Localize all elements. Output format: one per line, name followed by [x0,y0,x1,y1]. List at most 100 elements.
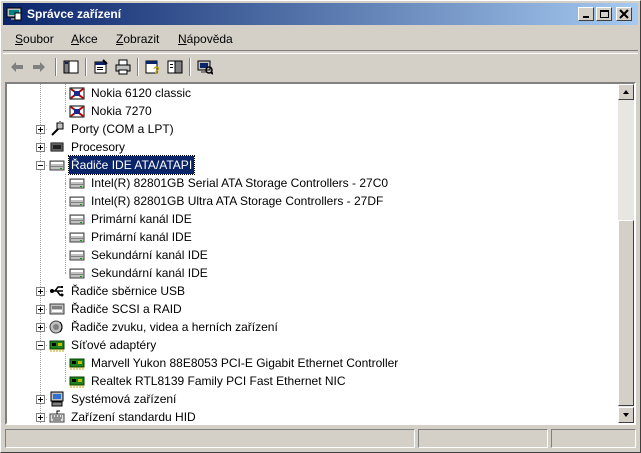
tree-item-label: Intel(R) 82801GB Serial ATA Storage Cont… [91,176,389,190]
ide-controller-icon [69,268,85,279]
phone-modem-icon [69,87,85,100]
close-icon [619,9,629,19]
tree-item-label: Nokia 7270 [91,104,152,118]
properties-icon [94,59,108,74]
tree-item-label: Sekundární kanál IDE [91,266,208,280]
expand-toggle[interactable] [36,323,45,332]
menu-accelerator-key: A [71,32,80,46]
toolbar: ? [3,53,638,80]
menu-akce[interactable]: Akce [67,31,102,47]
scroll-down-button[interactable] [618,407,634,423]
menu-accelerator-key: N [178,32,187,46]
back-button[interactable] [7,57,27,77]
ide-controller-icon [69,196,85,207]
tree-item-label: Primární kanál IDE [91,212,192,226]
menu-soubor[interactable]: Soubor [11,31,58,47]
tree-item-label: Sekundární kanál IDE [91,248,208,262]
ide-controller-icon [69,178,85,189]
device-manager-window: Správce zařízení Soubor Akce Zobrazit Nápov… [0,0,641,453]
tree-item-label: Řadiče zvuku, videa a herních zařízení [71,320,278,334]
port-icon [51,121,64,136]
toolbar-separator [55,58,57,76]
status-panel-2 [418,429,548,448]
expand-toggle[interactable] [36,413,45,422]
toolbar-separator [189,58,191,76]
view-icon [167,60,183,74]
collapse-toggle[interactable] [36,161,45,170]
menu-label-rest: kce [79,32,98,46]
maximize-button[interactable] [596,7,612,21]
scan-hardware-button[interactable] [195,57,215,77]
arrow-up-icon [623,90,629,94]
usb-icon [50,286,64,297]
help-icon: ? [145,60,160,75]
menu-n-pov-da[interactable]: Nápověda [174,31,237,47]
menu-label-rest: oubor [23,32,54,46]
toolbar-separator [137,58,139,76]
expand-toggle[interactable] [36,305,45,314]
svg-text:?: ? [153,65,160,75]
system-devices-icon [50,391,64,407]
device-tree[interactable]: Nokia 6120 classic Nokia 7270 Porty (COM a… [5,82,636,425]
menu-bar: Soubor Akce Zobrazit Nápověda [3,28,638,51]
network-adapter-icon [69,376,85,388]
vertical-scrollbar[interactable] [618,84,634,423]
tree-item-label: Porty (COM a LPT) [71,122,174,136]
tree-item-label: Nokia 6120 classic [91,86,192,100]
tree-item-label: Řadiče sběrnice USB [71,284,186,298]
tree-item-label: Síťové adaptéry [71,338,157,352]
arrow-down-icon [623,413,629,417]
view-button[interactable] [165,57,185,77]
window-title: Správce zařízení [27,7,122,21]
menu-accelerator-key: S [15,32,24,46]
console-tree-icon [63,60,79,74]
minimize-button[interactable] [578,7,594,21]
tree-item-label: Systémová zařízení [71,392,177,406]
tree-item-label: Řadiče SCSI a RAID [71,302,182,316]
ide-controller-icon [49,160,65,171]
print-button[interactable] [113,57,133,77]
phone-modem-icon [69,105,85,118]
expand-toggle[interactable] [36,143,45,152]
device-manager-icon [6,7,22,21]
network-adapter-icon [49,340,65,352]
print-icon [115,59,131,75]
ide-controller-icon [69,214,85,225]
processor-icon [50,142,64,152]
sound-icon [49,320,63,334]
forward-arrow-icon [33,62,45,72]
expand-toggle[interactable] [36,125,45,134]
tree-item-label: Marvell Yukon 88E8053 PCI-E Gigabit Ethe… [91,356,399,370]
properties-button[interactable] [91,57,111,77]
tree-item-label: Procesory [71,140,126,154]
title-bar[interactable]: Správce zařízení [3,3,638,25]
back-arrow-icon [11,62,23,72]
hid-icon [49,410,65,423]
scroll-thumb[interactable] [618,220,634,406]
forward-button[interactable] [29,57,49,77]
menu-label-rest: ápověda [186,32,233,46]
expand-toggle[interactable] [36,395,45,404]
tree-item-label: Zařízení standardu HID [71,410,196,424]
minimize-icon [583,16,589,18]
maximize-icon [600,10,609,18]
tree-item-label: Řadiče IDE ATA/ATAPI [67,155,196,175]
close-button[interactable] [616,7,632,21]
help-button[interactable]: ? [143,57,163,77]
tree-item-label: Primární kanál IDE [91,230,192,244]
status-panel-main [5,429,415,448]
collapse-toggle[interactable] [36,341,45,350]
show-hide-console-tree-button[interactable] [61,57,81,77]
scan-hardware-icon [197,60,213,75]
status-panel-3 [551,429,636,448]
scsi-icon [49,303,65,315]
status-bar [3,428,638,450]
scroll-up-button[interactable] [618,84,634,100]
network-adapter-icon [69,358,85,370]
ide-controller-icon [69,250,85,261]
toolbar-separator [85,58,87,76]
menu-zobrazit[interactable]: Zobrazit [112,31,163,47]
expand-toggle[interactable] [36,287,45,296]
tree-item-label: Intel(R) 82801GB Ultra ATA Storage Contr… [91,194,384,208]
ide-controller-icon [69,232,85,243]
